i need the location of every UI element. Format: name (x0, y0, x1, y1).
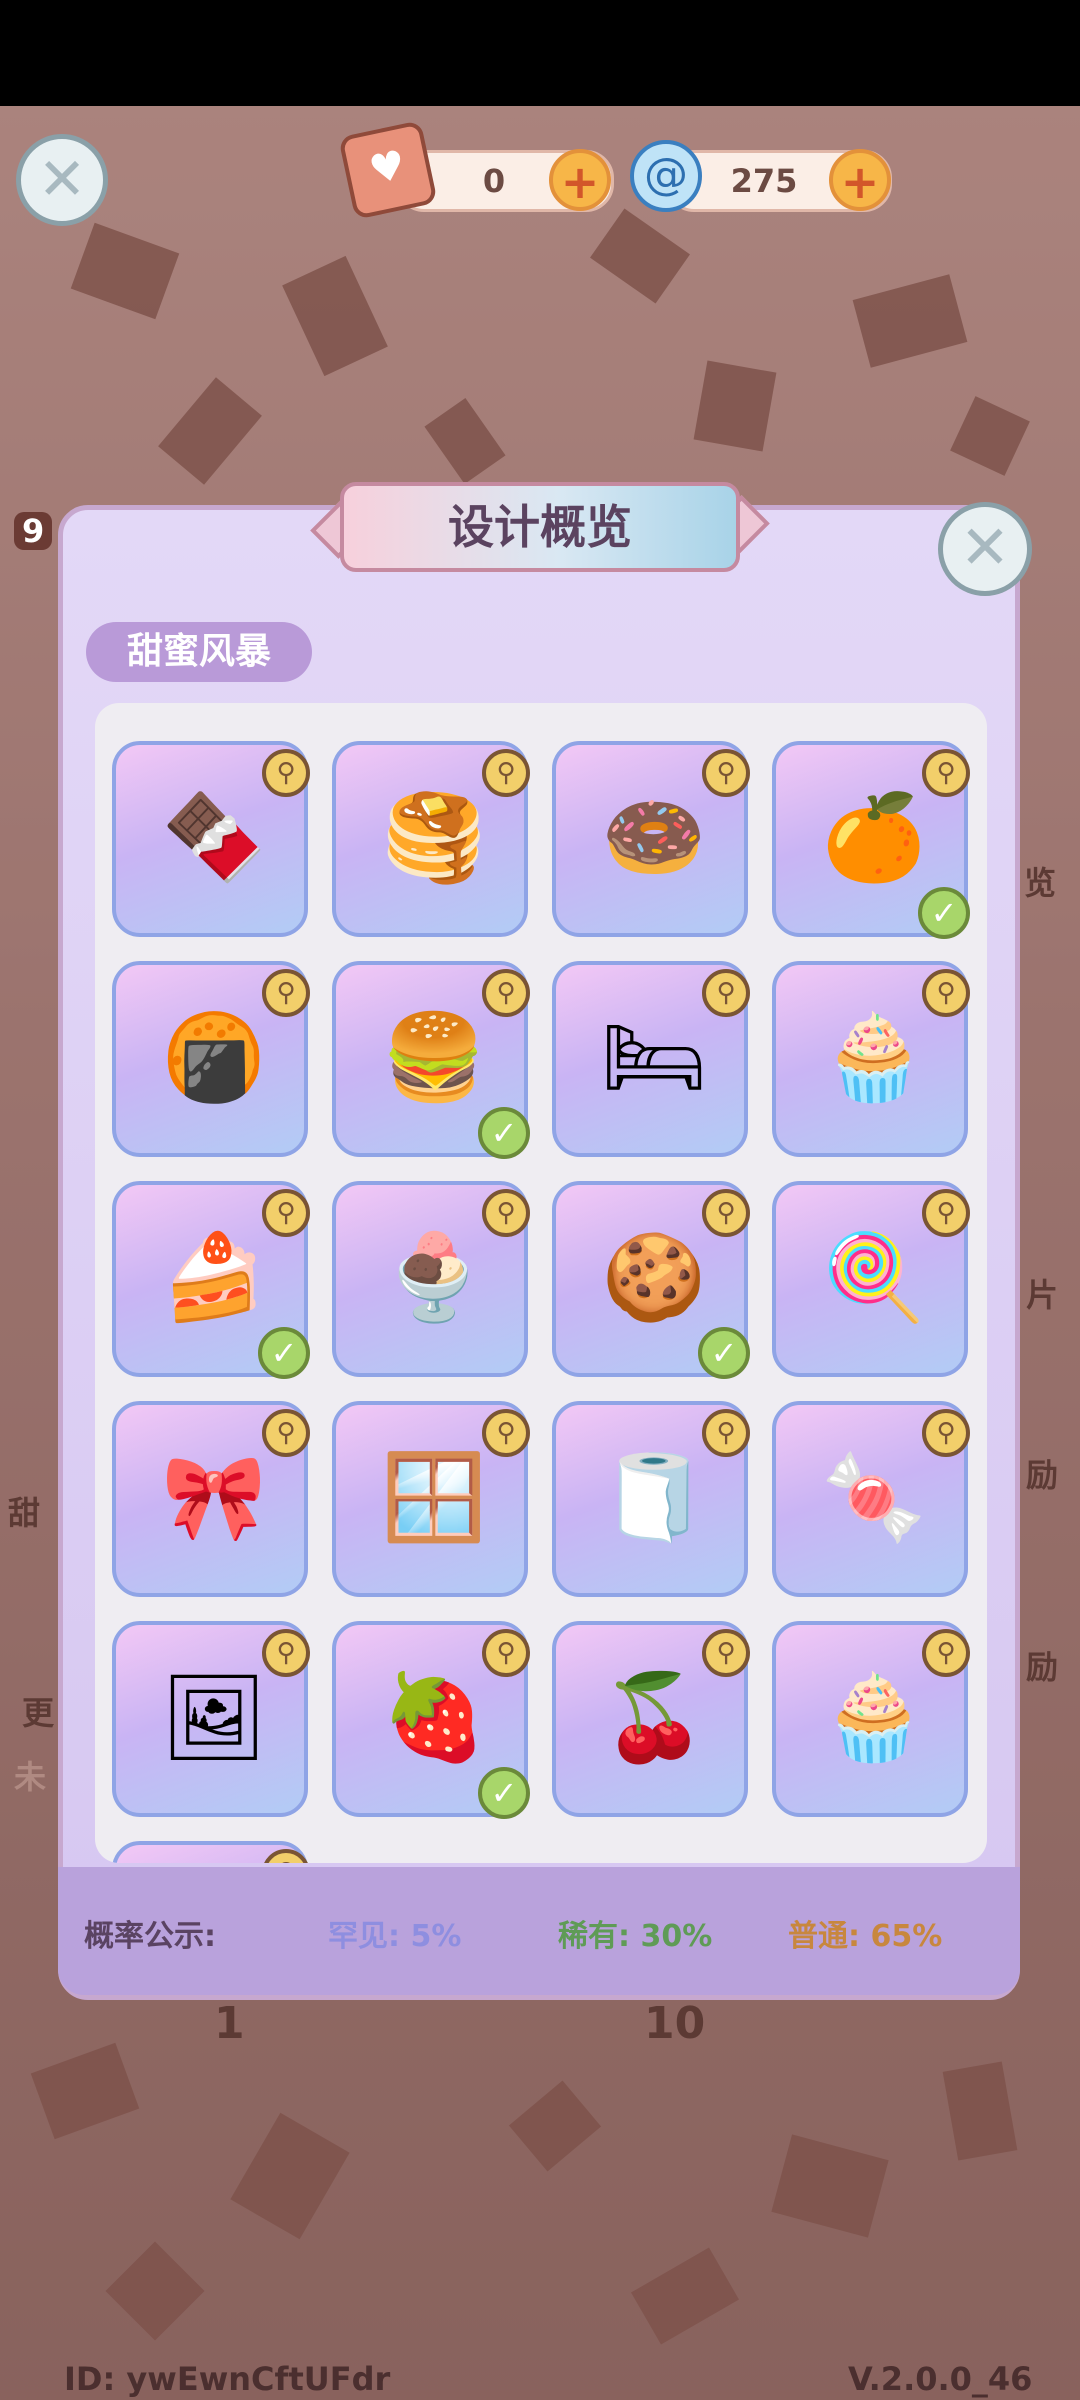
magnifier-icon[interactable]: ⚲ (922, 1409, 970, 1457)
collection-name: 甜蜜风暴 (86, 622, 312, 682)
probability-footer: 概率公示: 罕见: 5% 稀有: 30% 普通: 65% (58, 1867, 1020, 1995)
magnifier-icon[interactable]: ⚲ (482, 1409, 530, 1457)
striped-candy-icon: 🍬 (821, 1448, 927, 1546)
magnifier-icon[interactable]: ⚲ (702, 1189, 750, 1237)
item-card-sprinkle-rug[interactable]: 🧻 ⚲ (552, 1401, 750, 1597)
item-card-striped-candy[interactable]: 🍬 ⚲ (772, 1401, 970, 1597)
bg-text-fragment: 励 (1026, 1456, 1059, 1494)
owned-check-icon: ✓ (258, 1327, 310, 1379)
close-icon: ✕ (959, 513, 1011, 583)
item-card-macaron-ottoman[interactable]: 🍘 ⚲ (112, 961, 310, 1157)
chocolate-lattice-decor-icon: 🍫 (161, 788, 267, 886)
item-card-strawberry-candy[interactable]: 🍓 ⚲ ✓ (332, 1621, 530, 1819)
version-label: V.2.0.0_46 (848, 2360, 1033, 2398)
modal-title: 设计概览 (340, 482, 740, 572)
pink-bean-bag-chair-icon: 🍩 (601, 788, 707, 886)
magnifier-icon[interactable]: ⚲ (482, 969, 530, 1017)
cherry-sundae-icon: 🍒 (601, 1668, 707, 1766)
berry-parfait-icon: 🍨 (381, 1228, 487, 1326)
item-card-layer-cake-cube[interactable]: 🍰 ⚲ ✓ (112, 1181, 310, 1379)
magnifier-icon[interactable]: ⚲ (262, 1409, 310, 1457)
bg-text-fragment: 1 (214, 1998, 245, 2049)
add-candy-button[interactable]: + (829, 149, 891, 211)
bg-text-fragment: 10 (644, 1998, 706, 2049)
item-card-berry-parfait[interactable]: 🍨 ⚲ (332, 1181, 530, 1377)
magnifier-icon[interactable]: ⚲ (262, 1849, 310, 1863)
item-card-partial[interactable]: ⚲ (112, 1841, 310, 1863)
common-rate: 普通: 65% (788, 1919, 943, 1954)
owned-check-icon: ✓ (918, 887, 970, 939)
owned-check-icon: ✓ (478, 1107, 530, 1159)
bg-text-fragment: 未 (14, 1758, 47, 1796)
bg-text-fragment: 片 (1026, 1276, 1059, 1314)
picture-frame-icon: 🖼 (160, 1668, 268, 1766)
item-card-chocolate-lattice-decor[interactable]: 🍫 ⚲ (112, 741, 310, 937)
lollipop-lamp-icon: 🍭 (821, 1228, 927, 1326)
bg-level-badge: 9 (14, 512, 53, 550)
candy-count: 275 (730, 162, 798, 200)
item-card-matcha-macaron[interactable]: 🍔 ⚲ ✓ (332, 961, 530, 1159)
rare-rate: 罕见: 5% (328, 1919, 462, 1954)
magnifier-icon[interactable]: ⚲ (262, 1629, 310, 1677)
lace-heart-garland-icon: 🎀 (161, 1448, 267, 1546)
add-ticket-button[interactable]: + (549, 149, 611, 211)
bg-text-fragment: 更 (22, 1694, 55, 1732)
owned-check-icon: ✓ (698, 1327, 750, 1379)
cupcake-tower-icon: 🧁 (821, 1668, 927, 1766)
item-card-lace-heart-garland[interactable]: 🎀 ⚲ (112, 1401, 310, 1597)
magnifier-icon[interactable]: ⚲ (262, 749, 310, 797)
item-card-chocolate-window[interactable]: 🪟 ⚲ (332, 1401, 530, 1597)
magnifier-icon[interactable]: ⚲ (922, 969, 970, 1017)
strawberry-candy-icon: 🍓 (381, 1668, 487, 1766)
bg-text-fragment: 励 (1026, 1648, 1059, 1686)
item-grid: 🍫 ⚲ 🥞 ⚲ 🍩 ⚲ 🍊 ⚲ ✓ 🍘 ⚲ 🍔 ⚲ ✓ 🛏 ⚲ 🧁 ⚲ 🍰 ⚲ ✓ 🍨 ⚲ 🍪 ⚲ ✓ 🍭 ⚲ 🎀 ⚲ 🪟 ⚲ 🧻 ⚲ 🍬 ⚲ 🖼 ⚲ 🍓 ⚲… (95, 703, 987, 1863)
magnifier-icon[interactable]: ⚲ (262, 1189, 310, 1237)
player-id: ID: ywEwnCftUFdr (64, 2360, 391, 2398)
item-card-macaron-stack[interactable]: 🥞 ⚲ (332, 741, 530, 937)
magnifier-icon[interactable]: ⚲ (922, 1189, 970, 1237)
modal-close-button[interactable]: ✕ (938, 502, 1032, 596)
item-card-lollipop-lamp[interactable]: 🍭 ⚲ (772, 1181, 970, 1377)
magnifier-icon[interactable]: ⚲ (482, 749, 530, 797)
ticket-box-icon: ♥ (338, 120, 438, 220)
item-card-cookie-rug[interactable]: 🍪 ⚲ ✓ (552, 1181, 750, 1379)
close-icon: ✕ (37, 145, 87, 213)
cookie-rug-icon: 🍪 (601, 1228, 707, 1326)
swirl-candy-icon: @ (630, 140, 702, 212)
magnifier-icon[interactable]: ⚲ (922, 1629, 970, 1677)
exit-button[interactable]: ✕ (16, 134, 108, 226)
magnifier-icon[interactable]: ⚲ (482, 1629, 530, 1677)
layer-cake-cube-icon: 🍰 (161, 1228, 267, 1326)
item-card-orange-slice-sofa[interactable]: 🍊 ⚲ ✓ (772, 741, 970, 939)
red-velvet-cube-icon: 🧁 (821, 1008, 927, 1106)
probability-label: 概率公示: (84, 1919, 216, 1954)
uncommon-rate: 稀有: 30% (558, 1919, 713, 1954)
owned-check-icon: ✓ (478, 1767, 530, 1819)
item-card-cake-bed[interactable]: 🛏 ⚲ (552, 961, 750, 1157)
item-card-red-velvet-cube[interactable]: 🧁 ⚲ (772, 961, 970, 1157)
magnifier-icon[interactable]: ⚲ (702, 1629, 750, 1677)
magnifier-icon[interactable]: ⚲ (262, 969, 310, 1017)
item-card-pink-bean-bag-chair[interactable]: 🍩 ⚲ (552, 741, 750, 937)
magnifier-icon[interactable]: ⚲ (702, 969, 750, 1017)
macaron-stack-icon: 🥞 (381, 788, 487, 886)
bg-text-fragment: 甜 (8, 1494, 41, 1532)
item-card-cherry-sundae[interactable]: 🍒 ⚲ (552, 1621, 750, 1817)
magnifier-icon[interactable]: ⚲ (922, 749, 970, 797)
bg-text-fragment: 览 (1024, 864, 1057, 902)
orange-slice-sofa-icon: 🍊 (821, 788, 927, 886)
macaron-ottoman-icon: 🍘 (161, 1008, 267, 1106)
ticket-count: 0 (482, 162, 506, 200)
cake-bed-icon: 🛏 (600, 1008, 708, 1106)
sprinkle-rug-icon: 🧻 (601, 1448, 707, 1546)
matcha-macaron-icon: 🍔 (381, 1008, 487, 1106)
magnifier-icon[interactable]: ⚲ (702, 749, 750, 797)
item-card-cupcake-tower[interactable]: 🧁 ⚲ (772, 1621, 970, 1817)
chocolate-window-icon: 🪟 (381, 1448, 487, 1546)
magnifier-icon[interactable]: ⚲ (482, 1189, 530, 1237)
status-bar (0, 0, 1080, 106)
magnifier-icon[interactable]: ⚲ (702, 1409, 750, 1457)
item-card-picture-frame[interactable]: 🖼 ⚲ (112, 1621, 310, 1817)
